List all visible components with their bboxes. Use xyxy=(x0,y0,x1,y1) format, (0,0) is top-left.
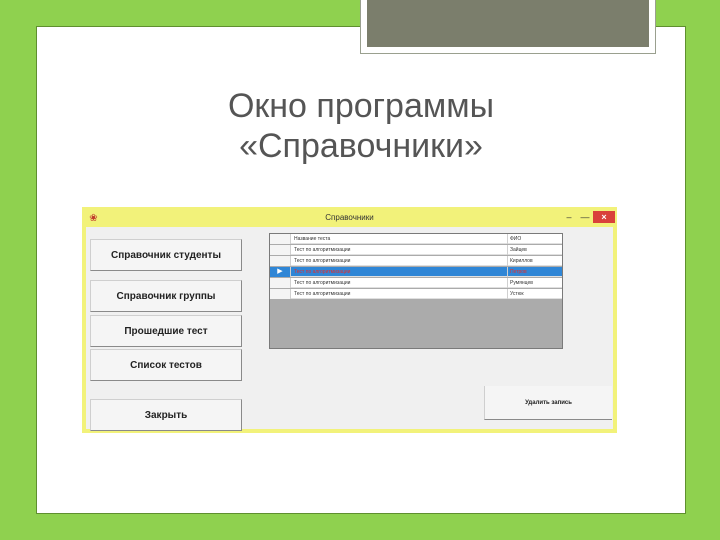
records-grid[interactable]: Название теста ФИО Тест по алгоритмизаци… xyxy=(269,233,563,349)
close-app-button[interactable]: Закрыть xyxy=(90,399,242,431)
row-indicator xyxy=(270,234,291,244)
slide-title-line1: Окно программы xyxy=(227,87,495,125)
row-indicator xyxy=(270,289,291,299)
close-button[interactable]: × xyxy=(593,211,615,223)
row-indicator xyxy=(270,278,291,288)
row-pointer-icon: ▶ xyxy=(270,267,291,277)
grid-cell-test: Тест по алгоритмизации xyxy=(294,256,508,266)
grid-cell-fio: Кириллов xyxy=(510,258,533,264)
grid-header-row: Название теста ФИО xyxy=(270,234,562,244)
table-row[interactable]: Тест по алгоритмизации Кириллов xyxy=(270,256,562,266)
slide-title-line2: «Справочники» xyxy=(239,127,483,165)
grid-cell-test: Тест по алгоритмизации xyxy=(294,278,508,288)
maximize-button[interactable]: — xyxy=(578,211,592,223)
minimize-button[interactable]: – xyxy=(562,211,576,223)
grid-cell-fio: Зайцев xyxy=(510,247,527,253)
grid-cell-test: Тест по алгоритмизации xyxy=(294,289,508,299)
table-row-selected[interactable]: ▶ Тест по алгоритмизации Петров xyxy=(270,267,562,277)
window-titlebar[interactable]: ❀ Справочники – — × xyxy=(86,211,615,227)
students-reference-button[interactable]: Справочник студенты xyxy=(90,239,242,271)
grid-cell-test: Тест по алгоритмизации xyxy=(294,267,508,277)
table-row[interactable]: Тест по алгоритмизации Зайцев xyxy=(270,245,562,255)
slide-decoration-block xyxy=(367,0,649,47)
passed-test-button[interactable]: Прошедшие тест xyxy=(90,315,242,347)
delete-record-button[interactable]: Удалить запись xyxy=(484,386,612,420)
window-title: Справочники xyxy=(325,213,374,222)
row-indicator xyxy=(270,245,291,255)
grid-cell-fio: Петров xyxy=(510,269,527,275)
grid-cell-test: Тест по алгоритмизации xyxy=(294,245,508,255)
tests-list-button[interactable]: Список тестов xyxy=(90,349,242,381)
grid-cell-test: Название теста xyxy=(294,234,508,244)
references-window: ❀ Справочники – — × Справочник студенты … xyxy=(82,207,617,433)
row-indicator xyxy=(270,256,291,266)
slide-title: Окно программы «Справочники» xyxy=(36,86,686,166)
grid-cell-fio: Румянцев xyxy=(510,280,533,286)
groups-reference-button[interactable]: Справочник группы xyxy=(90,280,242,312)
table-row[interactable]: Тест по алгоритмизации Устюк xyxy=(270,289,562,299)
grid-cell-fio: ФИО xyxy=(510,236,522,242)
table-row[interactable]: Тест по алгоритмизации Румянцев xyxy=(270,278,562,288)
grid-cell-fio: Устюк xyxy=(510,291,524,297)
